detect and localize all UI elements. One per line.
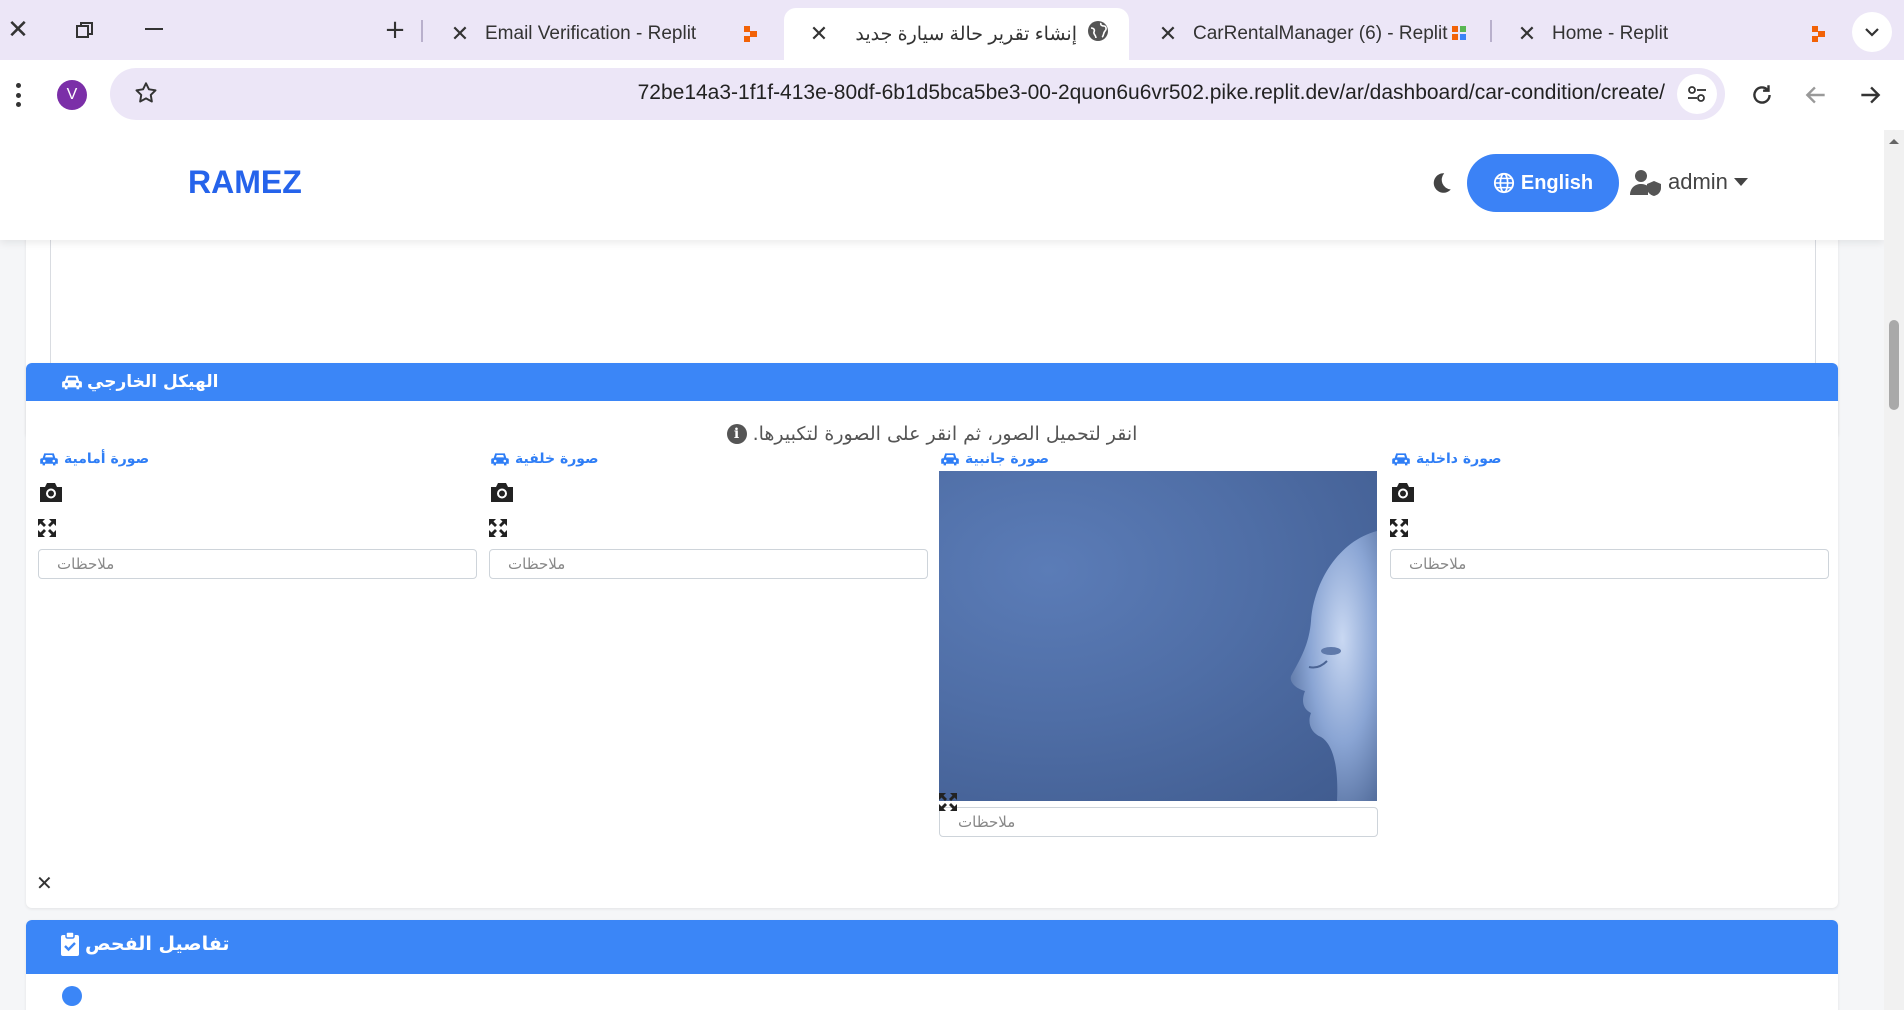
user-name: admin — [1668, 169, 1728, 194]
tab-home-replit[interactable]: ✕ Home - Replit — [1492, 8, 1848, 60]
tab-search-dropdown-icon[interactable] — [1852, 12, 1892, 52]
photo-slot-front: صورة أمامية ملاحظات — [38, 449, 477, 579]
replit-logo-icon — [1808, 24, 1828, 44]
language-switch-button[interactable]: English — [1467, 154, 1619, 212]
inspection-details-header: تفاصيل الفحص — [26, 920, 1838, 974]
minimize-window-icon[interactable] — [136, 12, 172, 48]
tab-email-verification[interactable]: ✕ Email Verification - Replit — [425, 8, 780, 60]
expand-icon[interactable] — [1390, 519, 1408, 537]
scrollbar-thumb[interactable] — [1889, 320, 1899, 410]
clipboard-check-icon — [61, 932, 79, 956]
close-tab-icon[interactable]: ✕ — [445, 21, 475, 47]
omnibox[interactable]: 72be14a3-1f1f-413e-80df-6b1d5bca5be3-00-… — [110, 68, 1725, 120]
car-icon — [1392, 453, 1410, 466]
camera-icon[interactable] — [38, 481, 64, 503]
car-icon — [491, 453, 509, 466]
photo-label: صورة أمامية — [38, 449, 477, 469]
uploaded-photo-thumbnail[interactable] — [939, 471, 1377, 801]
globe-icon — [1087, 20, 1109, 48]
tab-title: Home - Replit — [1552, 23, 1669, 44]
replit-logo-icon — [1449, 24, 1469, 44]
photo-label: صورة جانبية — [939, 449, 1378, 469]
globe-icon — [1493, 172, 1514, 194]
close-tab-icon[interactable]: ✕ — [804, 21, 834, 47]
camera-icon[interactable] — [489, 481, 515, 503]
back-arrow-icon[interactable] — [1803, 82, 1829, 112]
browser-address-bar: V 72be14a3-1f1f-413e-80df-6b1d5bca5be3-0… — [0, 60, 1904, 130]
info-icon: i — [726, 424, 747, 444]
photo-slot-side: صورة جانبية ملاحظات — [939, 449, 1378, 837]
close-tab-icon[interactable]: ✕ — [1153, 21, 1183, 47]
replit-logo-icon — [740, 24, 760, 44]
caret-down-icon — [1733, 178, 1748, 186]
close-window-icon[interactable]: ✕ — [0, 12, 36, 48]
inspection-details-title: تفاصيل الفحص — [85, 933, 230, 955]
notes-input[interactable]: ملاحظات — [489, 549, 928, 579]
restore-window-icon[interactable] — [67, 12, 103, 48]
user-menu[interactable]: admin — [1630, 168, 1748, 196]
camera-icon[interactable] — [1390, 481, 1416, 503]
photo-label-text: صورة خلفية — [515, 451, 599, 467]
photo-slot-interior: صورة داخلية ملاحظات — [1390, 449, 1829, 579]
expand-icon[interactable] — [489, 519, 507, 537]
tab-title: إنشاء تقرير حالة سيارة جديد — [855, 23, 1077, 45]
photo-label: صورة داخلية — [1390, 449, 1829, 469]
tab-car-rental-manager[interactable]: ✕ CarRentalManager (6) - Replit — [1133, 8, 1489, 60]
exterior-section-title: الهيكل الخارجي — [87, 372, 219, 392]
notes-input[interactable]: ملاحظات — [1390, 549, 1829, 579]
browser-tab-bar: ✕ + ✕ Email Verification - Replit ✕ إنشا… — [0, 0, 1904, 60]
tab-car-condition-create[interactable]: ✕ إنشاء تقرير حالة سيارة جديد — [784, 8, 1129, 60]
notes-input[interactable]: ملاحظات — [38, 549, 477, 579]
forward-arrow-icon[interactable] — [1857, 82, 1883, 112]
scroll-up-icon[interactable] — [1884, 134, 1904, 148]
user-shield-icon — [1630, 170, 1661, 196]
new-tab-icon[interactable]: + — [377, 12, 413, 48]
tab-title: CarRentalManager (6) - Replit — [1193, 23, 1448, 44]
page-scrollbar[interactable] — [1884, 130, 1904, 1010]
hint-text: .انقر لتحميل الصور، ثم انقر على الصورة ل… — [752, 423, 1138, 445]
browser-menu-icon[interactable] — [8, 78, 28, 112]
page-viewport: RAMEZ English admin الهيكل الخارجي i .ان… — [0, 130, 1884, 1010]
photo-slot-back: صورة خلفية ملاحظات — [489, 449, 928, 579]
brand-logo[interactable]: RAMEZ — [188, 164, 302, 201]
expand-icon[interactable] — [939, 793, 957, 811]
close-icon[interactable]: ✕ — [36, 871, 53, 895]
exterior-section-header: الهيكل الخارجي — [26, 363, 1838, 401]
profile-avatar[interactable]: V — [57, 80, 87, 110]
upload-hint: i .انقر لتحميل الصور، ثم انقر على الصورة… — [26, 421, 1838, 445]
tab-title: Email Verification - Replit — [485, 23, 697, 44]
photo-label: صورة خلفية — [489, 449, 928, 469]
dark-mode-toggle-icon[interactable] — [1428, 170, 1454, 200]
car-icon — [62, 375, 82, 390]
expand-icon[interactable] — [38, 519, 56, 537]
bookmark-star-icon[interactable] — [133, 80, 159, 110]
photo-label-text: صورة جانبية — [965, 451, 1050, 467]
car-icon — [941, 453, 959, 466]
inspection-details-card: تفاصيل الفحص — [26, 920, 1838, 1010]
next-row-icon — [62, 986, 82, 1006]
photo-label-text: صورة أمامية — [64, 451, 150, 467]
url-text: 72be14a3-1f1f-413e-80df-6b1d5bca5be3-00-… — [637, 81, 1665, 104]
top-navbar: RAMEZ English admin — [0, 130, 1884, 240]
close-tab-icon[interactable]: ✕ — [1512, 21, 1542, 47]
language-label: English — [1520, 171, 1594, 194]
site-settings-icon[interactable] — [1677, 74, 1717, 114]
notes-input[interactable]: ملاحظات — [939, 807, 1378, 837]
reload-icon[interactable] — [1749, 82, 1775, 112]
car-icon — [40, 453, 58, 466]
photo-label-text: صورة داخلية — [1416, 451, 1502, 467]
exterior-section-card: الهيكل الخارجي i .انقر لتحميل الصور، ثم … — [26, 363, 1838, 908]
